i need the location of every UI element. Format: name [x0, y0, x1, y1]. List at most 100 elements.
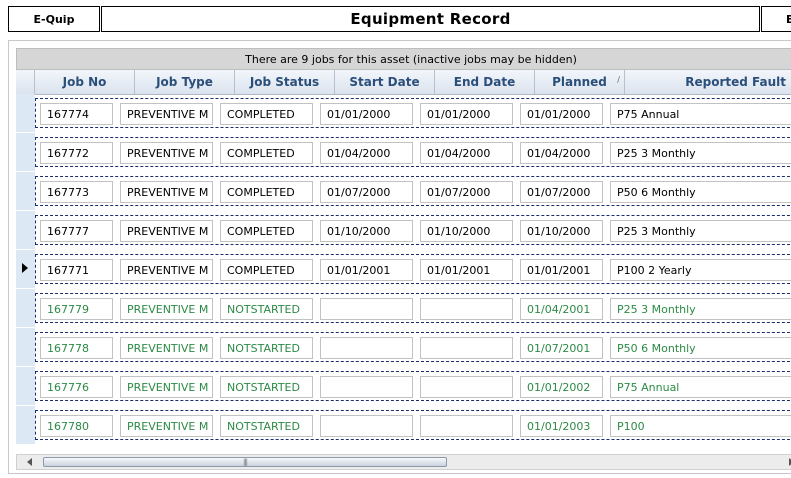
job-no-cell[interactable]: 167776	[40, 376, 113, 398]
planned-date-cell[interactable]: 01/01/2002	[520, 376, 603, 398]
table-row[interactable]: 167773 PREVENTIVE M COMPLETED 01/07/2000 01/…	[16, 172, 791, 211]
row-selector[interactable]	[16, 211, 35, 250]
start-date-cell[interactable]	[320, 298, 413, 320]
job-status-cell[interactable]: NOTSTARTED	[220, 337, 313, 359]
row-selector[interactable]	[16, 133, 35, 172]
row-selector[interactable]	[16, 250, 35, 289]
row-selector[interactable]	[16, 94, 35, 133]
row-selector[interactable]	[16, 367, 35, 406]
job-type-cell[interactable]: PREVENTIVE M	[120, 181, 213, 203]
planned-date-cell[interactable]: 01/04/2001	[520, 298, 603, 320]
reported-fault-cell[interactable]: P25 3 Monthly	[610, 142, 791, 164]
table-row[interactable]: 167778 PREVENTIVE M NOTSTARTED 01/07/2001 P5…	[16, 328, 791, 367]
column-header-planned[interactable]: Planned ∕	[535, 70, 625, 94]
job-status-cell[interactable]: NOTSTARTED	[220, 415, 313, 437]
planned-date-cell[interactable]: 01/01/2001	[520, 259, 603, 281]
column-header-end-date[interactable]: End Date	[435, 70, 535, 94]
planned-date-cell[interactable]: 01/01/2000	[520, 103, 603, 125]
end-date-cell[interactable]	[420, 376, 513, 398]
start-date-cell[interactable]	[320, 376, 413, 398]
planned-date-cell[interactable]: 01/10/2000	[520, 220, 603, 242]
scroll-left-arrow-icon[interactable]	[27, 458, 32, 466]
job-type-cell[interactable]: PREVENTIVE M	[120, 103, 213, 125]
start-date-cell[interactable]	[320, 337, 413, 359]
table-row[interactable]: 167771 PREVENTIVE M COMPLETED 01/01/2001 01/…	[16, 250, 791, 289]
table-row[interactable]: 167780 PREVENTIVE M NOTSTARTED 01/01/2003 P1…	[16, 406, 791, 445]
job-type-cell[interactable]: PREVENTIVE M	[120, 298, 213, 320]
job-type-cell[interactable]: PREVENTIVE M	[120, 220, 213, 242]
end-date-cell[interactable]	[420, 415, 513, 437]
job-type-cell[interactable]: PREVENTIVE M	[120, 142, 213, 164]
reported-fault-cell[interactable]: P50 6 Monthly	[610, 181, 791, 203]
reported-fault-cell[interactable]: P50 6 Monthly	[610, 337, 791, 359]
reported-fault-cell[interactable]: P75 Annual	[610, 103, 791, 125]
job-no-cell[interactable]: 167773	[40, 181, 113, 203]
job-status-cell[interactable]: NOTSTARTED	[220, 298, 313, 320]
table-row[interactable]: 167779 PREVENTIVE M NOTSTARTED 01/04/2001 P2…	[16, 289, 791, 328]
job-status-cell[interactable]: NOTSTARTED	[220, 376, 313, 398]
end-date-cell[interactable]: 01/04/2000	[420, 142, 513, 164]
table-row[interactable]: 167776 PREVENTIVE M NOTSTARTED 01/01/2002 P7…	[16, 367, 791, 406]
end-date-cell[interactable]	[420, 298, 513, 320]
planned-date-cell[interactable]: 01/07/2000	[520, 181, 603, 203]
column-header-job-no[interactable]: Job No	[35, 70, 135, 94]
job-record[interactable]: 167771 PREVENTIVE M COMPLETED 01/01/2001 01/…	[35, 254, 791, 284]
job-record[interactable]: 167774 PREVENTIVE M COMPLETED 01/01/2000 01/…	[35, 98, 791, 128]
reported-fault-cell[interactable]: P25 3 Monthly	[610, 220, 791, 242]
job-no-cell[interactable]: 167779	[40, 298, 113, 320]
end-date-cell[interactable]: 01/01/2001	[420, 259, 513, 281]
end-date-cell[interactable]: 01/10/2000	[420, 220, 513, 242]
start-date-cell[interactable]: 01/10/2000	[320, 220, 413, 242]
column-header-start-date[interactable]: Start Date	[335, 70, 435, 94]
row-selector[interactable]	[16, 328, 35, 367]
row-selector[interactable]	[16, 406, 35, 445]
start-date-cell[interactable]: 01/01/2001	[320, 259, 413, 281]
reported-fault-cell[interactable]: P100 2 Yearly	[610, 259, 791, 281]
job-status-cell[interactable]: COMPLETED	[220, 259, 313, 281]
table-row[interactable]: 167774 PREVENTIVE M COMPLETED 01/01/2000 01/…	[16, 94, 791, 133]
planned-date-cell[interactable]: 01/07/2001	[520, 337, 603, 359]
reported-fault-cell[interactable]: P100	[610, 415, 791, 437]
table-row[interactable]: 167772 PREVENTIVE M COMPLETED 01/04/2000 01/…	[16, 133, 791, 172]
horizontal-scrollbar[interactable]: |||	[16, 454, 791, 470]
end-date-cell[interactable]: 01/07/2000	[420, 181, 513, 203]
job-type-cell[interactable]: PREVENTIVE M	[120, 337, 213, 359]
start-date-cell[interactable]: 01/04/2000	[320, 142, 413, 164]
end-date-cell[interactable]	[420, 337, 513, 359]
job-status-cell[interactable]: COMPLETED	[220, 181, 313, 203]
row-selector[interactable]	[16, 172, 35, 211]
column-header-job-type[interactable]: Job Type	[135, 70, 235, 94]
row-selector[interactable]	[16, 289, 35, 328]
start-date-cell[interactable]	[320, 415, 413, 437]
job-record[interactable]: 167777 PREVENTIVE M COMPLETED 01/10/2000 01/…	[35, 215, 791, 245]
job-status-cell[interactable]: COMPLETED	[220, 142, 313, 164]
job-no-cell[interactable]: 167774	[40, 103, 113, 125]
right-nav-button[interactable]: E	[761, 6, 791, 32]
job-no-cell[interactable]: 167780	[40, 415, 113, 437]
job-status-cell[interactable]: COMPLETED	[220, 220, 313, 242]
job-record[interactable]: 167778 PREVENTIVE M NOTSTARTED 01/07/2001 P5…	[35, 332, 791, 362]
job-record[interactable]: 167776 PREVENTIVE M NOTSTARTED 01/01/2002 P7…	[35, 371, 791, 401]
job-no-cell[interactable]: 167772	[40, 142, 113, 164]
app-name-button[interactable]: E-Quip	[8, 6, 100, 32]
job-record[interactable]: 167772 PREVENTIVE M COMPLETED 01/04/2000 01/…	[35, 137, 791, 167]
job-type-cell[interactable]: PREVENTIVE M	[120, 376, 213, 398]
planned-date-cell[interactable]: 01/01/2003	[520, 415, 603, 437]
job-type-cell[interactable]: PREVENTIVE M	[120, 415, 213, 437]
job-no-cell[interactable]: 167777	[40, 220, 113, 242]
end-date-cell[interactable]: 01/01/2000	[420, 103, 513, 125]
start-date-cell[interactable]: 01/01/2000	[320, 103, 413, 125]
table-row[interactable]: 167777 PREVENTIVE M COMPLETED 01/10/2000 01/…	[16, 211, 791, 250]
job-status-cell[interactable]: COMPLETED	[220, 103, 313, 125]
job-type-cell[interactable]: PREVENTIVE M	[120, 259, 213, 281]
job-record[interactable]: 167779 PREVENTIVE M NOTSTARTED 01/04/2001 P2…	[35, 293, 791, 323]
planned-date-cell[interactable]: 01/04/2000	[520, 142, 603, 164]
column-header-job-status[interactable]: Job Status	[235, 70, 335, 94]
job-record[interactable]: 167780 PREVENTIVE M NOTSTARTED 01/01/2003 P1…	[35, 410, 791, 440]
start-date-cell[interactable]: 01/07/2000	[320, 181, 413, 203]
column-header-reported-fault[interactable]: Reported Fault	[625, 70, 791, 94]
scrollbar-thumb[interactable]: |||	[43, 457, 447, 467]
job-no-cell[interactable]: 167771	[40, 259, 113, 281]
reported-fault-cell[interactable]: P75 Annual	[610, 376, 791, 398]
reported-fault-cell[interactable]: P25 3 Monthly	[610, 298, 791, 320]
